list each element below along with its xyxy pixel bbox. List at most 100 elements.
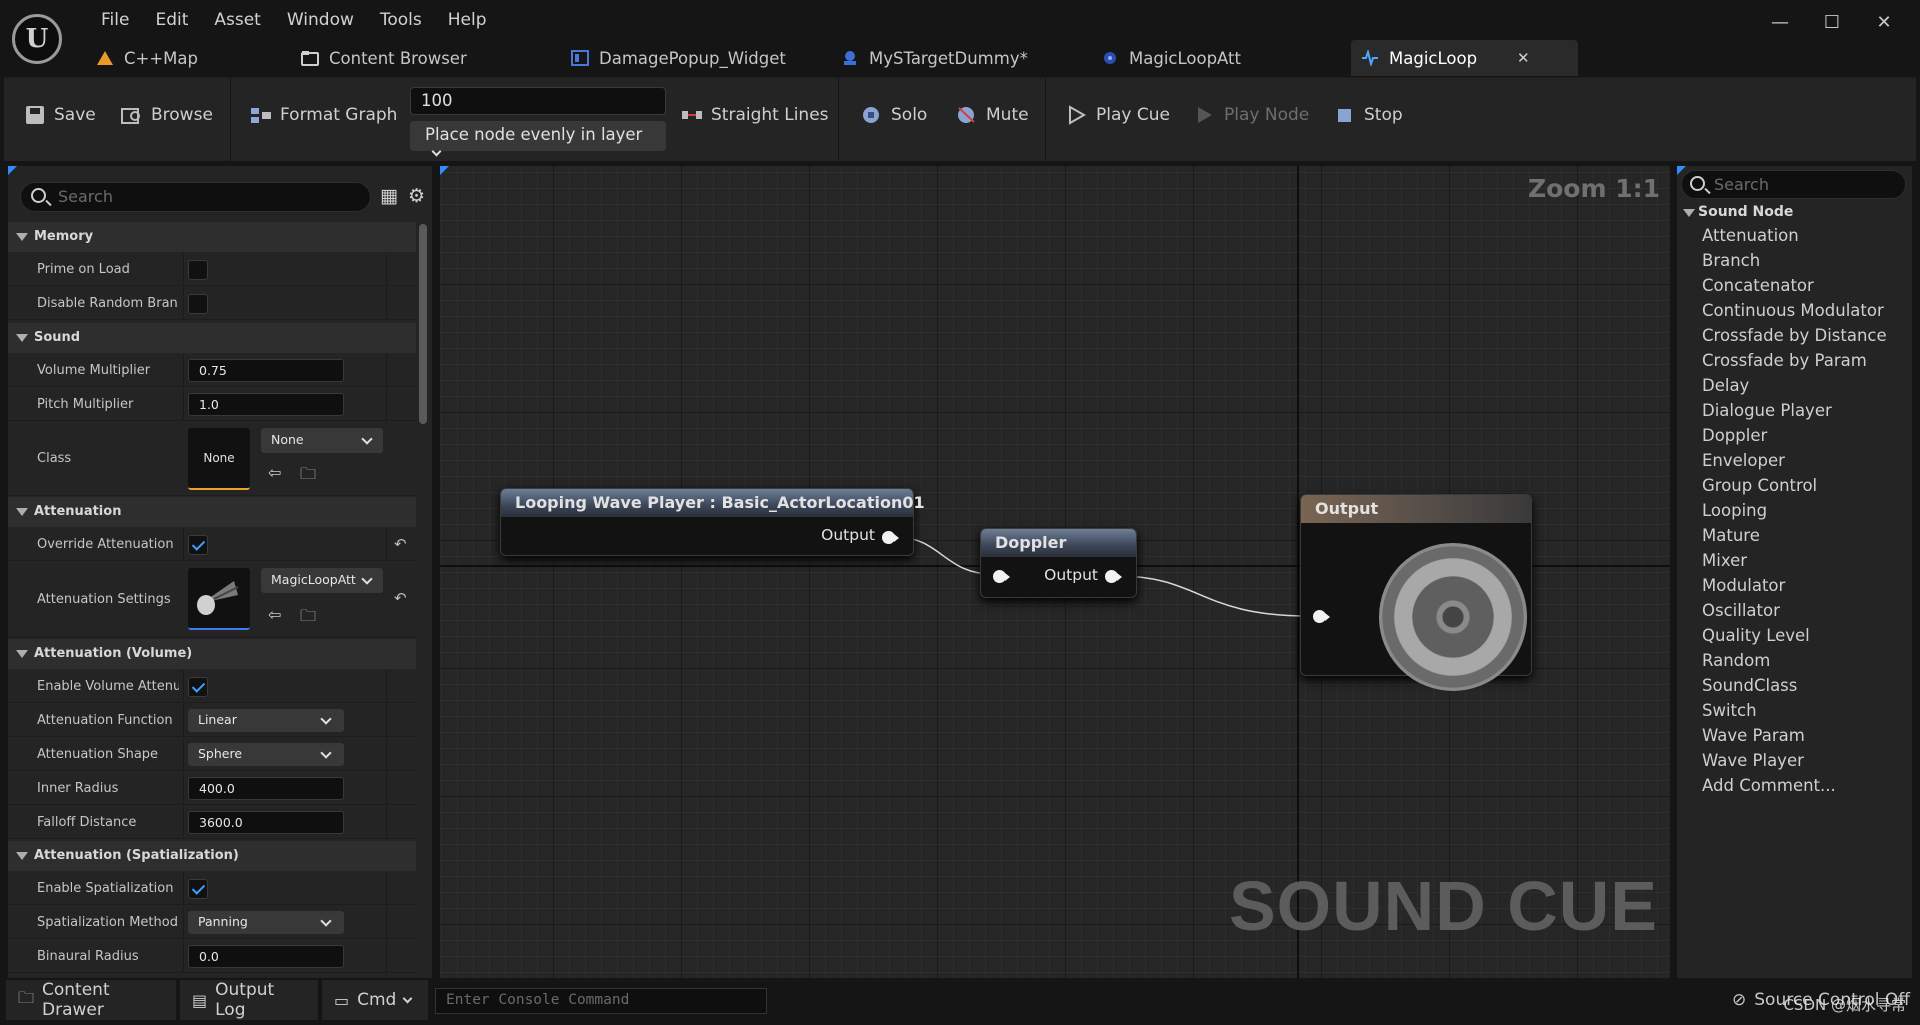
- palette-item[interactable]: Doppler: [1702, 426, 1887, 451]
- palette-item[interactable]: Branch: [1702, 251, 1887, 276]
- tab-content-browser[interactable]: Content Browser: [291, 40, 561, 76]
- attenuation-function-dropdown[interactable]: Linear: [188, 709, 344, 732]
- input-pin[interactable]: [1313, 610, 1330, 623]
- content-drawer-icon: 🗀: [18, 987, 35, 1007]
- details-scrollbar[interactable]: [419, 224, 427, 424]
- palette-item[interactable]: Crossfade by Param: [1702, 351, 1887, 376]
- palette-item-add-comment[interactable]: Add Comment...: [1702, 776, 1887, 801]
- play-node-button[interactable]: Play Node: [1194, 105, 1309, 125]
- inner-radius-field[interactable]: 400.0: [188, 777, 344, 800]
- input-pin[interactable]: [993, 570, 1010, 583]
- falloff-distance-field[interactable]: 3600.0: [188, 811, 344, 834]
- close-tab-icon[interactable]: ✕: [1517, 49, 1530, 67]
- palette-item[interactable]: Quality Level: [1702, 626, 1887, 651]
- node-spacing-input[interactable]: 100: [410, 87, 666, 115]
- tab-damage-popup-widget[interactable]: DamagePopup_Widget: [561, 40, 831, 76]
- palette-item[interactable]: Group Control: [1702, 476, 1887, 501]
- palette-item[interactable]: SoundClass: [1702, 676, 1887, 701]
- stop-button[interactable]: Stop: [1334, 105, 1403, 125]
- attenuation-asset-picker[interactable]: MagicLoopAtt: [261, 568, 383, 593]
- cmd-dropdown[interactable]: ▭ Cmd: [322, 980, 428, 1020]
- menu-file[interactable]: File: [88, 8, 142, 32]
- straight-lines-button[interactable]: Straight Lines: [681, 105, 829, 125]
- palette-item[interactable]: Oscillator: [1702, 601, 1887, 626]
- override-attenuation-checkbox[interactable]: [188, 535, 208, 555]
- enable-spatialization-checkbox[interactable]: [188, 879, 208, 899]
- maximize-icon[interactable]: ☐: [1806, 12, 1858, 33]
- tab-magic-loop-att[interactable]: MagicLoopAtt: [1091, 40, 1351, 76]
- tab-mys-target-dummy[interactable]: MySTargetDummy*: [831, 40, 1091, 76]
- prime-on-load-checkbox[interactable]: [188, 260, 208, 280]
- format-graph-button[interactable]: Format Graph: [250, 105, 397, 125]
- enable-volume-attenuation-checkbox[interactable]: [188, 677, 208, 697]
- details-search-input[interactable]: Search: [20, 182, 371, 212]
- browse-button[interactable]: Browse: [121, 105, 213, 125]
- reset-to-default-icon[interactable]: ↶: [394, 589, 407, 607]
- palette-item[interactable]: Attenuation: [1702, 226, 1887, 251]
- reset-to-default-icon[interactable]: ↶: [394, 535, 407, 553]
- mute-button[interactable]: Mute: [956, 105, 1029, 125]
- category-memory[interactable]: Memory: [8, 222, 416, 252]
- menu-asset[interactable]: Asset: [201, 8, 273, 32]
- minimize-icon[interactable]: —: [1754, 12, 1806, 33]
- layout-mode-dropdown[interactable]: Place node evenly in layer: [410, 121, 666, 157]
- use-selected-icon[interactable]: ⇦: [268, 463, 281, 482]
- row-volume-multiplier: Volume Multiplier 0.75: [8, 354, 416, 387]
- palette-category-sound-node[interactable]: Sound Node: [1682, 204, 1793, 220]
- straight-lines-label: Straight Lines: [711, 105, 829, 125]
- spatialization-method-dropdown[interactable]: Panning: [188, 911, 344, 934]
- palette-item[interactable]: Continuous Modulator: [1702, 301, 1887, 326]
- doppler-node[interactable]: Doppler Output: [980, 528, 1137, 598]
- unreal-logo-icon[interactable]: U: [12, 14, 62, 64]
- binaural-radius-field[interactable]: 0.0: [188, 945, 344, 968]
- browse-asset-icon[interactable]: 🗀: [300, 605, 316, 632]
- palette-item[interactable]: Mixer: [1702, 551, 1887, 576]
- palette-search-input[interactable]: Search: [1681, 170, 1906, 199]
- category-attenuation-spatialization[interactable]: Attenuation (Spatialization): [8, 841, 416, 871]
- solo-button[interactable]: Solo: [861, 105, 927, 125]
- output-pin[interactable]: [882, 531, 899, 544]
- palette-item[interactable]: Dialogue Player: [1702, 401, 1887, 426]
- palette-item[interactable]: Wave Param: [1702, 726, 1887, 751]
- category-attenuation[interactable]: Attenuation: [8, 497, 416, 527]
- class-thumbnail[interactable]: None: [188, 428, 250, 490]
- use-selected-icon[interactable]: ⇦: [268, 605, 281, 624]
- save-button[interactable]: Save: [24, 105, 96, 125]
- menu-help[interactable]: Help: [435, 8, 500, 32]
- content-drawer-button[interactable]: 🗀 Content Drawer: [6, 980, 176, 1020]
- console-command-input[interactable]: Enter Console Command: [435, 988, 767, 1014]
- category-sound[interactable]: Sound: [8, 323, 416, 353]
- palette-item[interactable]: Switch: [1702, 701, 1887, 726]
- close-window-icon[interactable]: ✕: [1858, 12, 1910, 33]
- palette-item[interactable]: Crossfade by Distance: [1702, 326, 1887, 351]
- table-view-icon[interactable]: ▦: [380, 185, 398, 207]
- disable-random-branch-checkbox[interactable]: [188, 294, 208, 314]
- palette-item[interactable]: Delay: [1702, 376, 1887, 401]
- palette-item[interactable]: Wave Player: [1702, 751, 1887, 776]
- menu-edit[interactable]: Edit: [142, 8, 201, 32]
- palette-item[interactable]: Concatenator: [1702, 276, 1887, 301]
- category-attenuation-volume[interactable]: Attenuation (Volume): [8, 639, 416, 669]
- output-pin[interactable]: [1105, 570, 1122, 583]
- looping-wave-player-node[interactable]: Looping Wave Player : Basic_ActorLocatio…: [500, 488, 925, 556]
- palette-item[interactable]: Random: [1702, 651, 1887, 676]
- output-node[interactable]: Output: [1300, 494, 1532, 691]
- pitch-multiplier-field[interactable]: 1.0: [188, 393, 344, 416]
- tab-magic-loop[interactable]: MagicLoop ✕: [1351, 40, 1578, 76]
- attenuation-shape-dropdown[interactable]: Sphere: [188, 743, 344, 766]
- output-log-button[interactable]: ▤ Output Log: [180, 980, 318, 1020]
- gear-icon[interactable]: ⚙: [408, 185, 425, 207]
- class-asset-picker[interactable]: None: [261, 428, 383, 453]
- tab-cpp-map[interactable]: C++Map: [86, 40, 291, 76]
- palette-item[interactable]: Enveloper: [1702, 451, 1887, 476]
- sound-cue-graph[interactable]: Zoom 1:1 Looping Wave Player : Basic_Act…: [440, 166, 1670, 978]
- menu-tools[interactable]: Tools: [367, 8, 435, 32]
- menu-window[interactable]: Window: [274, 8, 367, 32]
- palette-item[interactable]: Looping: [1702, 501, 1887, 526]
- volume-multiplier-field[interactable]: 0.75: [188, 359, 344, 382]
- browse-asset-icon[interactable]: 🗀: [300, 463, 316, 490]
- attenuation-thumbnail[interactable]: [188, 568, 250, 630]
- palette-item[interactable]: Modulator: [1702, 576, 1887, 601]
- palette-item[interactable]: Mature: [1702, 526, 1887, 551]
- play-cue-button[interactable]: Play Cue: [1066, 105, 1170, 125]
